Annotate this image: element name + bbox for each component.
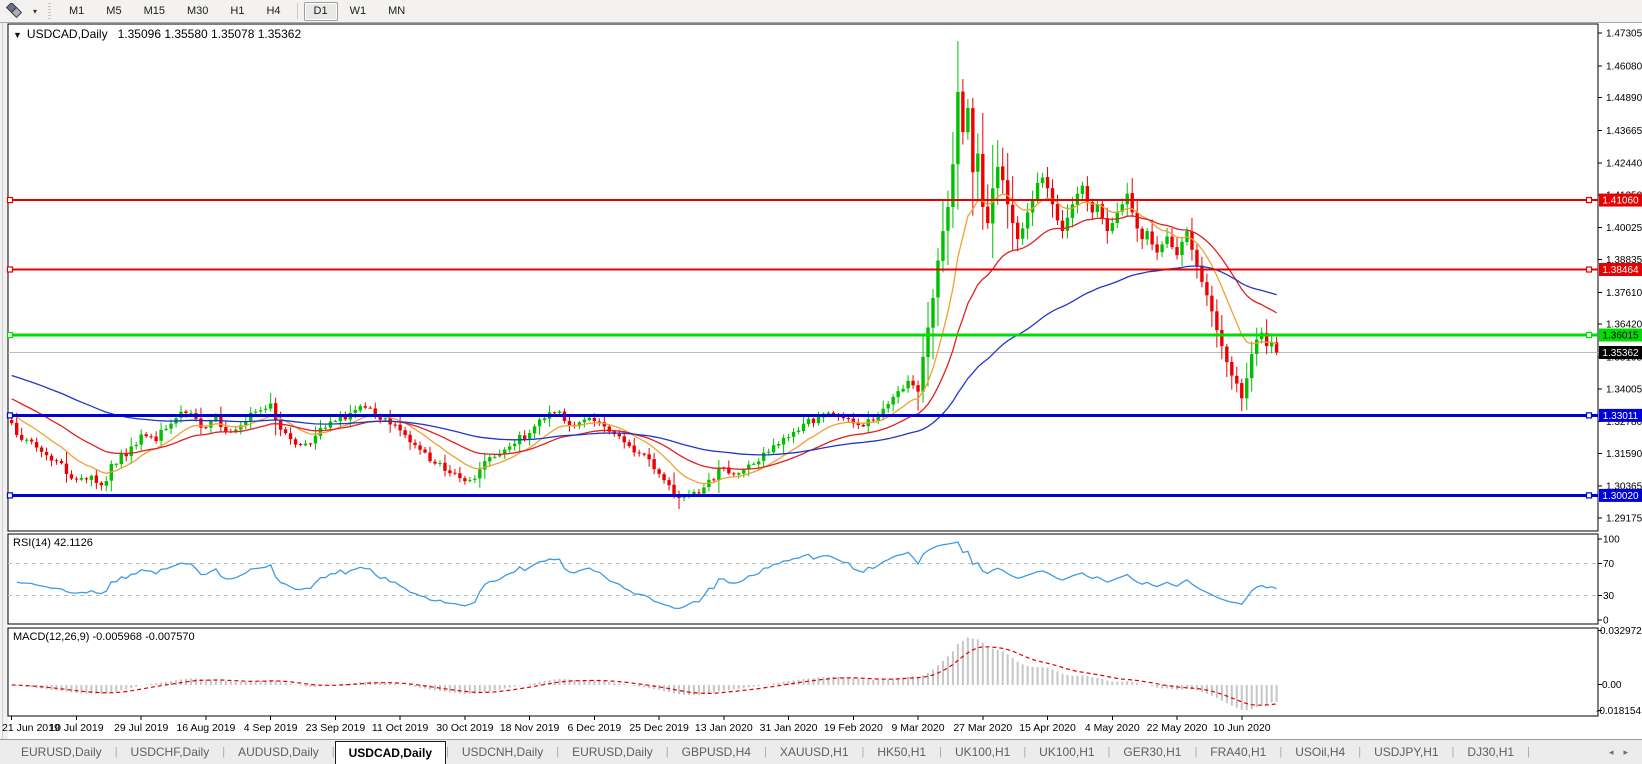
svg-text:1.36015: 1.36015	[1602, 331, 1639, 342]
chart-tab-ger30-h1[interactable]: GER30,H1	[1110, 740, 1194, 764]
svg-text:1.35362: 1.35362	[1602, 348, 1639, 359]
chart-tab-usdcnh-daily[interactable]: USDCNH,Daily	[449, 740, 556, 764]
tile-windows-icon[interactable]: ▾	[3, 2, 39, 20]
time-axis: 21 Jun 201910 Jul 201929 Jul 201916 Aug …	[2, 716, 1271, 734]
svg-text:1.40025: 1.40025	[1606, 223, 1642, 234]
svg-text:16 Aug 2019: 16 Aug 2019	[176, 722, 235, 734]
svg-text:-0.018154: -0.018154	[1596, 706, 1641, 717]
chart-tab-gbpusd-h4[interactable]: GBPUSD,H4	[669, 740, 764, 764]
svg-text:22 May 2020: 22 May 2020	[1147, 722, 1208, 734]
svg-text:4 May 2020: 4 May 2020	[1085, 722, 1140, 734]
svg-text:6 Dec 2019: 6 Dec 2019	[568, 722, 622, 734]
tab-bar-left-pad	[0, 740, 8, 764]
svg-text:0.032972: 0.032972	[1600, 626, 1642, 637]
svg-text:1.42440: 1.42440	[1606, 159, 1642, 170]
chart-tab-audusd-daily[interactable]: AUDUSD,Daily	[225, 740, 332, 764]
svg-text:10 Jun 2020: 10 Jun 2020	[1213, 722, 1271, 734]
svg-text:1.41060: 1.41060	[1602, 196, 1639, 207]
chart-canvas[interactable]: 1.473051.460801.448901.436651.424401.412…	[0, 22, 1642, 739]
macd-indicator-label: MACD(12,26,9) -0.005968 -0.007570	[13, 631, 195, 643]
chart-tab-uk100-h1[interactable]: UK100,H1	[1026, 740, 1107, 764]
timeframe-button-m30[interactable]: M30	[177, 2, 218, 21]
svg-text:25 Dec 2019: 25 Dec 2019	[629, 722, 689, 734]
chart-tab-bar: EURUSD,Daily|USDCHF,Daily|AUDUSD,Daily|U…	[0, 739, 1642, 764]
tab-separator: |	[1527, 740, 1530, 764]
svg-text:23 Sep 2019: 23 Sep 2019	[306, 722, 366, 734]
timeframe-button-m5[interactable]: M5	[96, 2, 131, 21]
tab-scrollers: ◂ ▸	[1609, 740, 1642, 764]
rsi-indicator-label: RSI(14) 42.1126	[13, 537, 93, 549]
svg-text:1.29175: 1.29175	[1606, 514, 1642, 525]
tile-windows-icon-glyph	[5, 3, 29, 19]
mt4-window: ▾ M1M5M15M30H1H4 D1W1MN 1.47305 1.46080 1.4…	[0, 0, 1642, 763]
current-price-chip: 1.35362	[1599, 346, 1642, 359]
svg-text:1.31590: 1.31590	[1606, 449, 1642, 460]
toolbar-drag-handle[interactable]	[47, 3, 52, 19]
svg-text:11 Oct 2019: 11 Oct 2019	[372, 722, 429, 734]
price-axis: 1.473051.460801.448901.436651.424401.412…	[1598, 29, 1642, 525]
chart-tab-eurusd-daily[interactable]: EURUSD,Daily	[559, 740, 666, 764]
chart-title: ▼ USDCAD,Daily 1.35096 1.35580 1.35078 1.3…	[13, 27, 301, 41]
svg-text:1.33011: 1.33011	[1603, 411, 1639, 422]
chart-dropdown-caret-icon[interactable]: ▼	[13, 30, 22, 40]
svg-text:4 Sep 2019: 4 Sep 2019	[244, 722, 298, 734]
chart-tab-uk100-h1[interactable]: UK100,H1	[942, 740, 1023, 764]
timeframe-button-w1[interactable]: W1	[340, 2, 377, 21]
svg-text:70: 70	[1603, 559, 1615, 570]
svg-text:1.37610: 1.37610	[1606, 288, 1642, 299]
svg-text:1.43665: 1.43665	[1606, 126, 1642, 137]
svg-text:0.00: 0.00	[1602, 680, 1622, 691]
timeframe-button-h4[interactable]: H4	[256, 2, 290, 21]
chart-tab-usdcad-daily[interactable]: USDCAD,Daily	[335, 741, 446, 764]
chart-tab-xauusd-h1[interactable]: XAUUSD,H1	[767, 740, 862, 764]
svg-text:1.47305: 1.47305	[1606, 29, 1642, 40]
svg-text:1.44890: 1.44890	[1606, 93, 1642, 104]
svg-text:19 Feb 2020: 19 Feb 2020	[824, 722, 883, 734]
svg-text:31 Jan 2020: 31 Jan 2020	[760, 722, 818, 734]
chart-symbol-period: USDCAD,Daily	[27, 27, 108, 41]
svg-text:1.30020: 1.30020	[1602, 491, 1639, 502]
timeframe-button-m15[interactable]: M15	[134, 2, 175, 21]
svg-text:30: 30	[1603, 591, 1615, 602]
chart-tab-usoil-h4[interactable]: USOil,H4	[1282, 740, 1358, 764]
chart-tab-usdchf-daily[interactable]: USDCHF,Daily	[118, 740, 223, 764]
svg-text:9 Mar 2020: 9 Mar 2020	[891, 722, 944, 734]
timeframe-button-mn[interactable]: MN	[378, 2, 415, 21]
chart-ohlc-values: 1.35096 1.35580 1.35078 1.35362	[118, 27, 302, 41]
svg-text:1.38464: 1.38464	[1602, 265, 1639, 276]
svg-text:1.46080: 1.46080	[1606, 61, 1642, 72]
chart-tab-dj30-h1[interactable]: DJ30,H1	[1454, 740, 1527, 764]
svg-text:0: 0	[1603, 616, 1609, 627]
svg-text:13 Jan 2020: 13 Jan 2020	[695, 722, 753, 734]
svg-text:27 Mar 2020: 27 Mar 2020	[953, 722, 1012, 734]
tab-scroll-right-icon[interactable]: ▸	[1623, 747, 1628, 758]
svg-text:10 Jul 2019: 10 Jul 2019	[49, 722, 103, 734]
timeframe-button-h1[interactable]: H1	[220, 2, 254, 21]
svg-text:18 Nov 2019: 18 Nov 2019	[500, 722, 560, 734]
svg-text:15 Apr 2020: 15 Apr 2020	[1019, 722, 1076, 734]
timeframe-toolbar: ▾ M1M5M15M30H1H4 D1W1MN	[0, 0, 1642, 23]
svg-text:100: 100	[1603, 535, 1620, 546]
svg-text:1.34005: 1.34005	[1606, 384, 1642, 395]
tab-scroll-left-icon[interactable]: ◂	[1609, 747, 1614, 758]
svg-text:29 Jul 2019: 29 Jul 2019	[114, 722, 168, 734]
chart-tab-eurusd-daily[interactable]: EURUSD,Daily	[8, 740, 115, 764]
chart-tab-hk50-h1[interactable]: HK50,H1	[864, 740, 939, 764]
chart-tab-fra40-h1[interactable]: FRA40,H1	[1197, 740, 1279, 764]
svg-text:30 Oct 2019: 30 Oct 2019	[436, 722, 493, 734]
timeframe-button-m1[interactable]: M1	[59, 2, 94, 21]
chevron-down-icon: ▾	[33, 7, 37, 16]
chart-tab-usdjpy-h1[interactable]: USDJPY,H1	[1361, 740, 1451, 764]
toolbar-group-separator	[297, 3, 298, 19]
timeframe-button-d1[interactable]: D1	[304, 2, 338, 21]
